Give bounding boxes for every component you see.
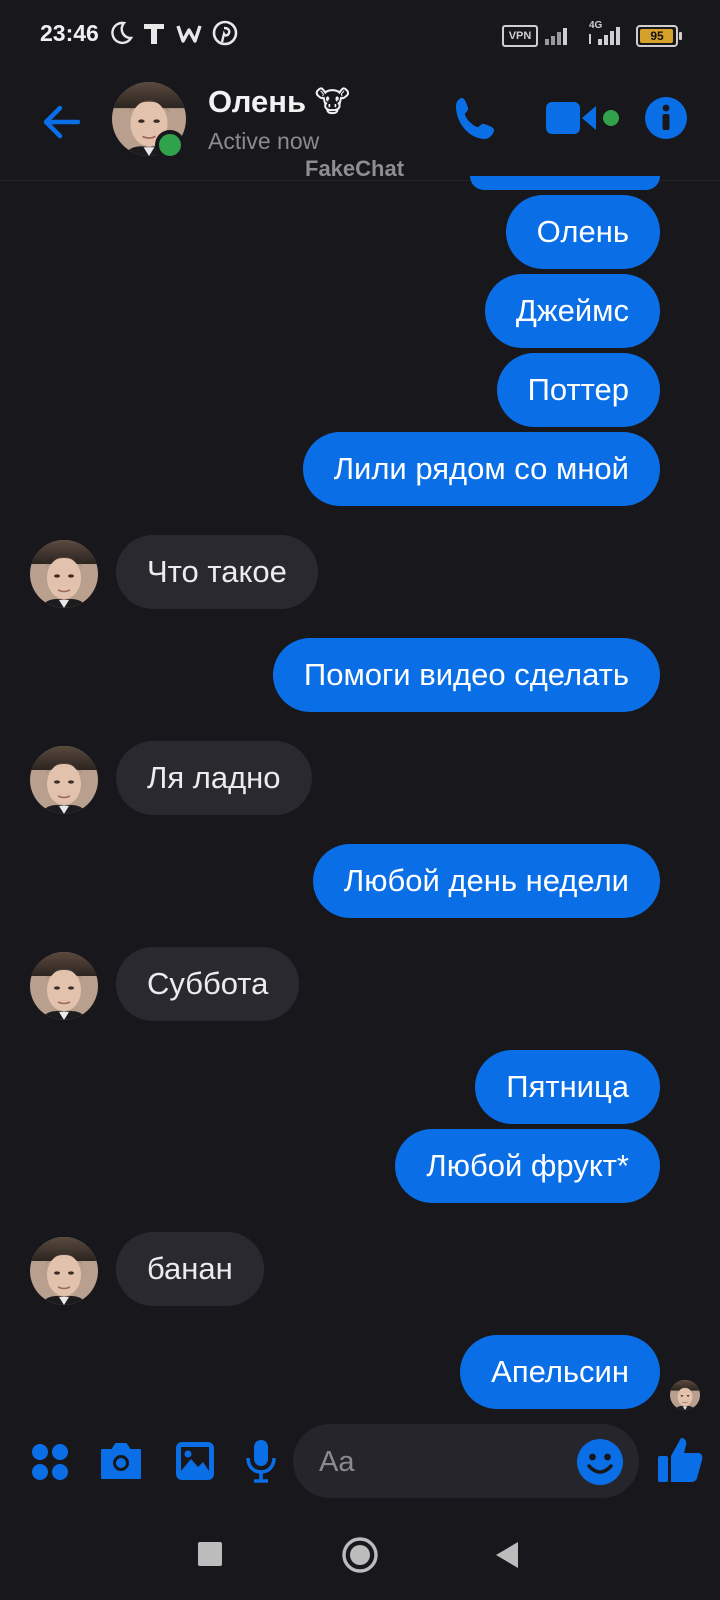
message-input[interactable] xyxy=(317,1424,561,1500)
message-bubble-outgoing[interactable]: Лили рядом со мной xyxy=(302,432,660,506)
contact-name: Олень xyxy=(208,84,307,119)
message-composer xyxy=(0,1406,720,1516)
avatar-photo xyxy=(30,540,98,608)
home-circle-icon[interactable] xyxy=(341,1536,379,1574)
battery-indicator: 95 xyxy=(636,25,682,47)
avatar-photo xyxy=(30,746,98,814)
w-app-icon xyxy=(176,25,202,43)
microphone-icon[interactable] xyxy=(245,1438,277,1484)
message-bubble-outgoing[interactable]: Олень xyxy=(505,195,660,269)
sender-avatar[interactable] xyxy=(30,746,98,814)
message-bubble-outgoing[interactable]: Поттер xyxy=(496,353,660,427)
status-time: 23:46 xyxy=(40,20,99,46)
apps-icon[interactable] xyxy=(30,1442,70,1482)
message-bubble-incoming[interactable]: Ля ладно xyxy=(116,741,312,815)
message-bubble-outgoing[interactable]: Любой день недели xyxy=(312,844,660,918)
sender-avatar[interactable] xyxy=(30,952,98,1020)
gallery-icon[interactable] xyxy=(174,1440,216,1482)
video-active-dot xyxy=(603,110,619,126)
camera-icon[interactable] xyxy=(98,1440,144,1482)
thumbs-up-icon[interactable] xyxy=(656,1434,704,1484)
moon-icon xyxy=(111,21,134,45)
contact-emoji: 🐮 xyxy=(314,86,351,119)
avatar-photo xyxy=(30,952,98,1020)
back-triangle-icon[interactable] xyxy=(494,1540,520,1570)
sender-avatar[interactable] xyxy=(30,540,98,608)
t-app-icon xyxy=(144,24,164,44)
message-bubble-outgoing[interactable]: Помоги видео сделать xyxy=(272,638,660,712)
avatar-photo xyxy=(30,1237,98,1305)
signal-icon xyxy=(545,28,567,45)
video-icon[interactable] xyxy=(544,98,600,138)
message-bubble-outgoing[interactable]: Джеймс xyxy=(484,274,660,348)
message-bubble-incoming[interactable]: Суббота xyxy=(116,947,300,1021)
info-icon[interactable] xyxy=(644,96,688,140)
online-indicator xyxy=(155,130,185,160)
signal-4g-icon xyxy=(589,27,620,45)
message-bubble-outgoing[interactable]: Апельсин xyxy=(460,1335,660,1409)
contact-name-row[interactable]: Олень 🐮 xyxy=(208,84,350,120)
vpn-indicator: VPN xyxy=(502,25,538,47)
arrow-left-icon[interactable] xyxy=(38,98,86,146)
pinterest-icon xyxy=(212,20,238,46)
system-nav-bar xyxy=(0,1516,720,1600)
chat-header: Олень 🐮 Active now FakeChat xyxy=(0,68,720,181)
emoji-icon[interactable] xyxy=(576,1438,624,1486)
previous-message-fragment xyxy=(470,176,660,190)
battery-level: 95 xyxy=(650,29,664,43)
recents-square-icon[interactable] xyxy=(198,1542,222,1566)
presence-status: Active now xyxy=(208,128,320,154)
status-bar: 23:46 VPN 4G 95 xyxy=(0,0,720,68)
message-input-box[interactable] xyxy=(293,1424,639,1500)
message-bubble-outgoing[interactable]: Пятница xyxy=(475,1050,660,1124)
watermark: FakeChat xyxy=(305,156,405,181)
message-bubble-incoming[interactable]: Что такое xyxy=(116,535,318,609)
sender-avatar[interactable] xyxy=(30,1237,98,1305)
phone-icon[interactable] xyxy=(452,94,500,144)
message-bubble-outgoing[interactable]: Любой фрукт* xyxy=(395,1129,660,1203)
message-bubble-incoming[interactable]: банан xyxy=(116,1232,264,1306)
